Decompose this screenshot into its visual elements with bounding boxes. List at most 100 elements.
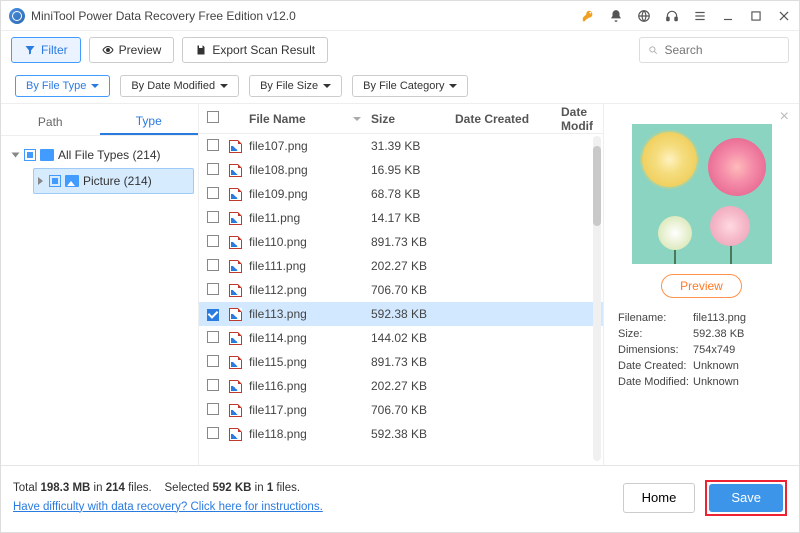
app-title: MiniTool Power Data Recovery Free Editio… — [31, 9, 581, 23]
picture-icon — [65, 175, 79, 187]
row-checkbox[interactable] — [207, 211, 219, 223]
row-checkbox[interactable] — [207, 427, 219, 439]
png-file-icon — [229, 284, 242, 297]
save-button[interactable]: Save — [709, 484, 783, 512]
png-file-icon — [229, 404, 242, 417]
preview-label: Preview — [119, 43, 162, 57]
key-icon[interactable] — [581, 9, 595, 23]
save-icon — [195, 44, 207, 56]
row-checkbox[interactable] — [207, 309, 219, 321]
row-checkbox[interactable] — [207, 235, 219, 247]
close-preview-icon[interactable]: × — [780, 108, 789, 126]
filter-button[interactable]: Filter — [11, 37, 81, 63]
maximize-icon[interactable] — [749, 9, 763, 23]
row-filename: file114.png — [249, 331, 371, 345]
tree-root[interactable]: All File Types (214) — [9, 142, 194, 168]
menu-icon[interactable] — [693, 9, 707, 23]
file-row[interactable]: file11.png14.17 KB — [199, 206, 603, 230]
png-file-icon — [229, 332, 242, 345]
row-size: 891.73 KB — [371, 355, 455, 369]
row-filename: file108.png — [249, 163, 371, 177]
footer-actions: Home Save — [623, 480, 787, 516]
detail-date-modified: Unknown — [693, 376, 739, 388]
bell-icon[interactable] — [609, 9, 623, 23]
select-all-checkbox[interactable] — [207, 111, 219, 123]
row-checkbox[interactable] — [207, 403, 219, 415]
chip-by-file-type[interactable]: By File Type — [15, 75, 110, 97]
preview-button[interactable]: Preview — [89, 37, 175, 63]
col-date-created[interactable]: Date Created — [455, 112, 561, 126]
row-checkbox[interactable] — [207, 259, 219, 271]
home-button[interactable]: Home — [623, 483, 696, 513]
row-checkbox[interactable] — [207, 379, 219, 391]
app-icon — [9, 8, 25, 24]
row-filename: file11.png — [249, 211, 371, 225]
png-file-icon — [229, 212, 242, 225]
chevron-down-icon — [91, 84, 99, 88]
tab-path[interactable]: Path — [1, 108, 100, 135]
tree-root-label: All File Types (214) — [58, 148, 161, 162]
png-file-icon — [229, 140, 242, 153]
funnel-icon — [24, 44, 36, 56]
scrollbar[interactable] — [593, 136, 601, 461]
row-checkbox[interactable] — [207, 355, 219, 367]
file-row[interactable]: file117.png706.70 KB — [199, 398, 603, 422]
file-row[interactable]: file113.png592.38 KB — [199, 302, 603, 326]
col-filename[interactable]: File Name — [249, 112, 371, 126]
close-icon[interactable] — [777, 9, 791, 23]
row-filename: file110.png — [249, 235, 371, 249]
row-size: 891.73 KB — [371, 235, 455, 249]
search-input[interactable] — [665, 43, 781, 57]
column-headers: File Name Size Date Created Date Modif — [199, 104, 603, 134]
globe-icon[interactable] — [637, 9, 651, 23]
file-row[interactable]: file108.png16.95 KB — [199, 158, 603, 182]
chevron-down-icon — [449, 84, 457, 88]
row-filename: file109.png — [249, 187, 371, 201]
row-size: 202.27 KB — [371, 379, 455, 393]
col-size[interactable]: Size — [371, 112, 455, 126]
file-row[interactable]: file114.png144.02 KB — [199, 326, 603, 350]
file-row[interactable]: file111.png202.27 KB — [199, 254, 603, 278]
file-row[interactable]: file109.png68.78 KB — [199, 182, 603, 206]
preview-open-button[interactable]: Preview — [661, 274, 742, 298]
row-filename: file118.png — [249, 427, 371, 441]
row-checkbox[interactable] — [207, 331, 219, 343]
row-checkbox[interactable] — [207, 139, 219, 151]
minimize-icon[interactable] — [721, 9, 735, 23]
file-row[interactable]: file118.png592.38 KB — [199, 422, 603, 446]
tree-panel: Path Type All File Types (214) Picture (… — [1, 104, 199, 465]
scrollbar-thumb[interactable] — [593, 146, 601, 226]
export-button[interactable]: Export Scan Result — [182, 37, 328, 63]
col-date-modified[interactable]: Date Modif — [561, 105, 603, 133]
search-box[interactable] — [639, 37, 789, 63]
row-size: 202.27 KB — [371, 259, 455, 273]
chip-by-file-size[interactable]: By File Size — [249, 75, 342, 97]
png-file-icon — [229, 356, 242, 369]
file-row[interactable]: file112.png706.70 KB — [199, 278, 603, 302]
help-link[interactable]: Have difficulty with data recovery? Clic… — [13, 501, 323, 513]
chip-by-date-modified[interactable]: By Date Modified — [120, 75, 239, 97]
file-rows: file107.png31.39 KBfile108.png16.95 KBfi… — [199, 134, 603, 465]
checkbox[interactable] — [24, 149, 36, 161]
headphones-icon[interactable] — [665, 9, 679, 23]
tree-tabs: Path Type — [1, 108, 198, 136]
row-checkbox[interactable] — [207, 163, 219, 175]
tree-picture[interactable]: Picture (214) — [33, 168, 194, 194]
filter-bar: By File Type By Date Modified By File Si… — [1, 69, 799, 103]
file-row[interactable]: file115.png891.73 KB — [199, 350, 603, 374]
detail-dimensions: 754x749 — [693, 344, 735, 356]
file-row[interactable]: file107.png31.39 KB — [199, 134, 603, 158]
titlebar-controls — [581, 9, 791, 23]
row-checkbox[interactable] — [207, 187, 219, 199]
tab-type[interactable]: Type — [100, 108, 199, 135]
row-filename: file113.png — [249, 307, 371, 321]
tree-picture-label: Picture (214) — [83, 174, 152, 188]
file-row[interactable]: file110.png891.73 KB — [199, 230, 603, 254]
row-checkbox[interactable] — [207, 283, 219, 295]
file-row[interactable]: file116.png202.27 KB — [199, 374, 603, 398]
png-file-icon — [229, 380, 242, 393]
chip-by-file-category[interactable]: By File Category — [352, 75, 468, 97]
png-file-icon — [229, 260, 242, 273]
row-size: 592.38 KB — [371, 427, 455, 441]
checkbox[interactable] — [49, 175, 61, 187]
